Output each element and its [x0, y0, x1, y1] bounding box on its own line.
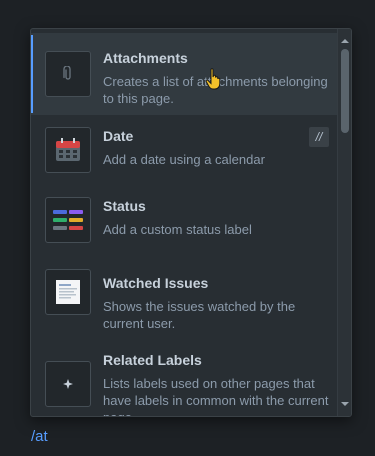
scroll-down-arrow-icon[interactable] — [341, 402, 349, 406]
watched-issues-icon — [45, 269, 91, 315]
macro-suggestion-popup: Attachments Creates a list of attachment… — [30, 28, 352, 417]
shortcut-badge: // — [309, 127, 329, 147]
paperclip-icon — [45, 51, 91, 97]
suggestion-item-status[interactable]: Status Add a custom status label — [31, 185, 337, 253]
suggestion-description: Lists labels used on other pages that ha… — [103, 376, 329, 416]
status-icon — [45, 197, 91, 243]
suggestion-item-attachments[interactable]: Attachments Creates a list of attachment… — [31, 33, 337, 115]
suggestion-item-related-labels[interactable]: Related Labels Lists labels used on othe… — [31, 335, 337, 416]
suggestion-list: Attachments Creates a list of attachment… — [31, 29, 337, 416]
suggestion-item-watched-issues[interactable]: Watched Issues Shows the issues watched … — [31, 253, 337, 335]
suggestion-title: Date — [103, 128, 134, 144]
related-labels-icon — [45, 361, 91, 407]
hand-pointer-cursor-icon — [205, 68, 223, 95]
suggestion-description: Add a custom status label — [103, 222, 252, 237]
suggestion-item-date[interactable]: Date Add a date using a calendar — [31, 115, 337, 185]
suggestion-title: Related Labels — [103, 352, 202, 368]
scroll-up-arrow-icon[interactable] — [341, 39, 349, 43]
suggestion-description: Add a date using a calendar — [103, 152, 265, 167]
slash-command-query[interactable]: /at — [31, 428, 48, 445]
suggestion-description: Shows the issues watched by the current … — [103, 299, 296, 331]
suggestion-title: Attachments — [103, 50, 188, 66]
suggestion-title: Watched Issues — [103, 275, 209, 291]
suggestion-title: Status — [103, 198, 146, 214]
calendar-icon — [45, 127, 91, 173]
scrollbar-thumb[interactable] — [341, 49, 349, 133]
scrollbar[interactable] — [337, 29, 351, 416]
